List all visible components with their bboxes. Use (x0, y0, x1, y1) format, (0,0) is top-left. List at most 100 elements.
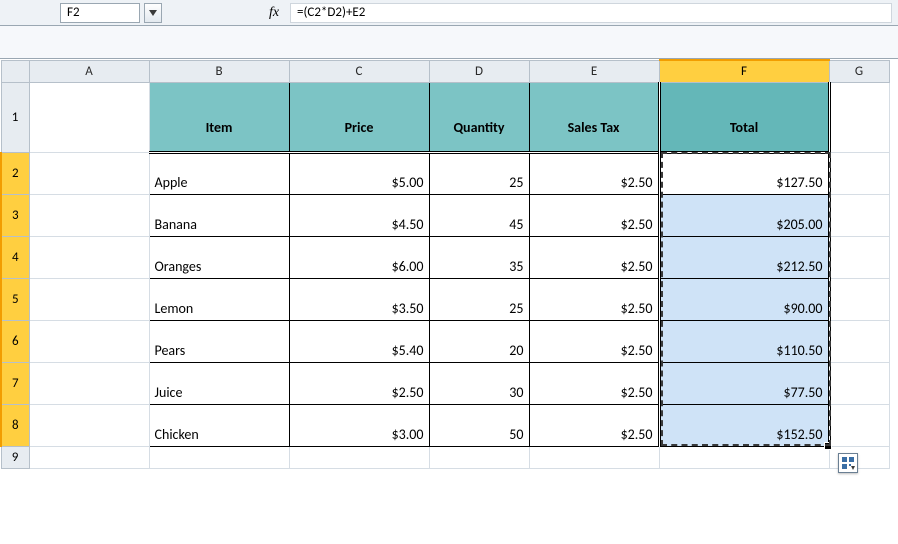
row-header-7[interactable]: 7 (1, 362, 29, 404)
cell-value: Juice (150, 381, 289, 404)
cell-E2[interactable]: $2.50 (529, 152, 659, 194)
cell-E5[interactable]: $2.50 (529, 278, 659, 320)
cell-C2[interactable]: $5.00 (289, 152, 429, 194)
cell-E7[interactable]: $2.50 (529, 362, 659, 404)
cell-D9[interactable] (429, 446, 529, 468)
cell-D3[interactable]: 45 (429, 194, 529, 236)
cell-C9[interactable] (289, 446, 429, 468)
cell-G1[interactable] (829, 82, 889, 152)
header-label: Total (661, 95, 828, 139)
cell-A8[interactable] (29, 404, 149, 446)
cell-F6[interactable]: $110.50 (659, 320, 829, 362)
cell-B8[interactable]: Chicken (149, 404, 289, 446)
insert-function-button[interactable]: fx (264, 3, 284, 23)
cell-B6[interactable]: Pears (149, 320, 289, 362)
cell-G7[interactable] (829, 362, 889, 404)
row-header-6[interactable]: 6 (1, 320, 29, 362)
col-header-C[interactable]: C (289, 60, 429, 82)
cell-D1[interactable]: Quantity (429, 82, 529, 152)
cell-value: $4.50 (290, 213, 429, 236)
cell-E8[interactable]: $2.50 (529, 404, 659, 446)
row-header-1[interactable]: 1 (1, 82, 29, 152)
formula-input[interactable] (290, 3, 892, 23)
cell-C4[interactable]: $6.00 (289, 236, 429, 278)
cell-A2[interactable] (29, 152, 149, 194)
cell-G5[interactable] (829, 278, 889, 320)
cell-E6[interactable]: $2.50 (529, 320, 659, 362)
cell-C5[interactable]: $3.50 (289, 278, 429, 320)
row-label: 6 (12, 334, 19, 349)
cell-B2[interactable]: Apple (149, 152, 289, 194)
cell-G2[interactable] (829, 152, 889, 194)
cell-E4[interactable]: $2.50 (529, 236, 659, 278)
cell-C7[interactable]: $2.50 (289, 362, 429, 404)
cell-B9[interactable] (149, 446, 289, 468)
cell-F3[interactable]: $205.00 (659, 194, 829, 236)
cell-E9[interactable] (529, 446, 659, 468)
cell-D4[interactable]: 35 (429, 236, 529, 278)
cell-C1[interactable]: Price (289, 82, 429, 152)
autofill-options-button[interactable] (838, 453, 858, 473)
cell-A1[interactable] (29, 82, 149, 152)
grid-row-3: 3 Banana $4.50 45 $2.50 $205.00 (1, 194, 889, 236)
cell-G3[interactable] (829, 194, 889, 236)
cell-E1[interactable]: Sales Tax (529, 82, 659, 152)
row-header-9[interactable]: 9 (1, 446, 29, 468)
col-header-B[interactable]: B (149, 60, 289, 82)
cell-B1[interactable]: Item (149, 82, 289, 152)
cell-B5[interactable]: Lemon (149, 278, 289, 320)
cell-value: $5.00 (290, 171, 429, 194)
cell-C6[interactable]: $5.40 (289, 320, 429, 362)
row-label: 8 (12, 418, 19, 433)
cell-E3[interactable]: $2.50 (529, 194, 659, 236)
cell-F4[interactable]: $212.50 (659, 236, 829, 278)
cell-A7[interactable] (29, 362, 149, 404)
cell-B7[interactable]: Juice (149, 362, 289, 404)
col-header-E[interactable]: E (529, 60, 659, 82)
cell-value: $205.00 (661, 213, 828, 236)
cell-F9[interactable] (659, 446, 829, 468)
cell-A9[interactable] (29, 446, 149, 468)
cell-D7[interactable]: 30 (429, 362, 529, 404)
name-box[interactable] (60, 3, 140, 23)
grid-row-7: 7 Juice $2.50 30 $2.50 $77.50 (1, 362, 889, 404)
cell-value: Banana (150, 213, 289, 236)
cell-C3[interactable]: $4.50 (289, 194, 429, 236)
cell-G6[interactable] (829, 320, 889, 362)
chevron-down-icon (149, 10, 157, 16)
col-header-D[interactable]: D (429, 60, 529, 82)
row-header-3[interactable]: 3 (1, 194, 29, 236)
select-all-corner[interactable] (1, 60, 29, 82)
row-header-8[interactable]: 8 (1, 404, 29, 446)
cell-A4[interactable] (29, 236, 149, 278)
cell-F2[interactable]: $127.50 (659, 152, 829, 194)
cell-D8[interactable]: 50 (429, 404, 529, 446)
cell-G8[interactable] (829, 404, 889, 446)
cell-value: $2.50 (530, 213, 658, 236)
cell-G4[interactable] (829, 236, 889, 278)
row-header-5[interactable]: 5 (1, 278, 29, 320)
col-header-A[interactable]: A (29, 60, 149, 82)
row-header-2[interactable]: 2 (1, 152, 29, 194)
cell-F7[interactable]: $77.50 (659, 362, 829, 404)
cell-D5[interactable]: 25 (429, 278, 529, 320)
name-box-dropdown[interactable] (144, 3, 162, 23)
cell-D2[interactable]: 25 (429, 152, 529, 194)
cell-C8[interactable]: $3.00 (289, 404, 429, 446)
cell-F1[interactable]: Total (659, 82, 829, 152)
cell-A3[interactable] (29, 194, 149, 236)
cell-F5[interactable]: $90.00 (659, 278, 829, 320)
cell-value: $2.50 (530, 255, 658, 278)
cell-value: 45 (430, 213, 529, 236)
cell-value: Pears (150, 339, 289, 362)
cell-A5[interactable] (29, 278, 149, 320)
col-header-F[interactable]: F (659, 60, 829, 82)
cell-B4[interactable]: Oranges (149, 236, 289, 278)
cell-B3[interactable]: Banana (149, 194, 289, 236)
col-header-G[interactable]: G (829, 60, 889, 82)
cell-D6[interactable]: 20 (429, 320, 529, 362)
cell-A6[interactable] (29, 320, 149, 362)
grid-table[interactable]: A B C D E F G 1 Item Price Quantity Sale… (0, 59, 890, 469)
row-header-4[interactable]: 4 (1, 236, 29, 278)
cell-F8[interactable]: $152.50 (659, 404, 829, 446)
